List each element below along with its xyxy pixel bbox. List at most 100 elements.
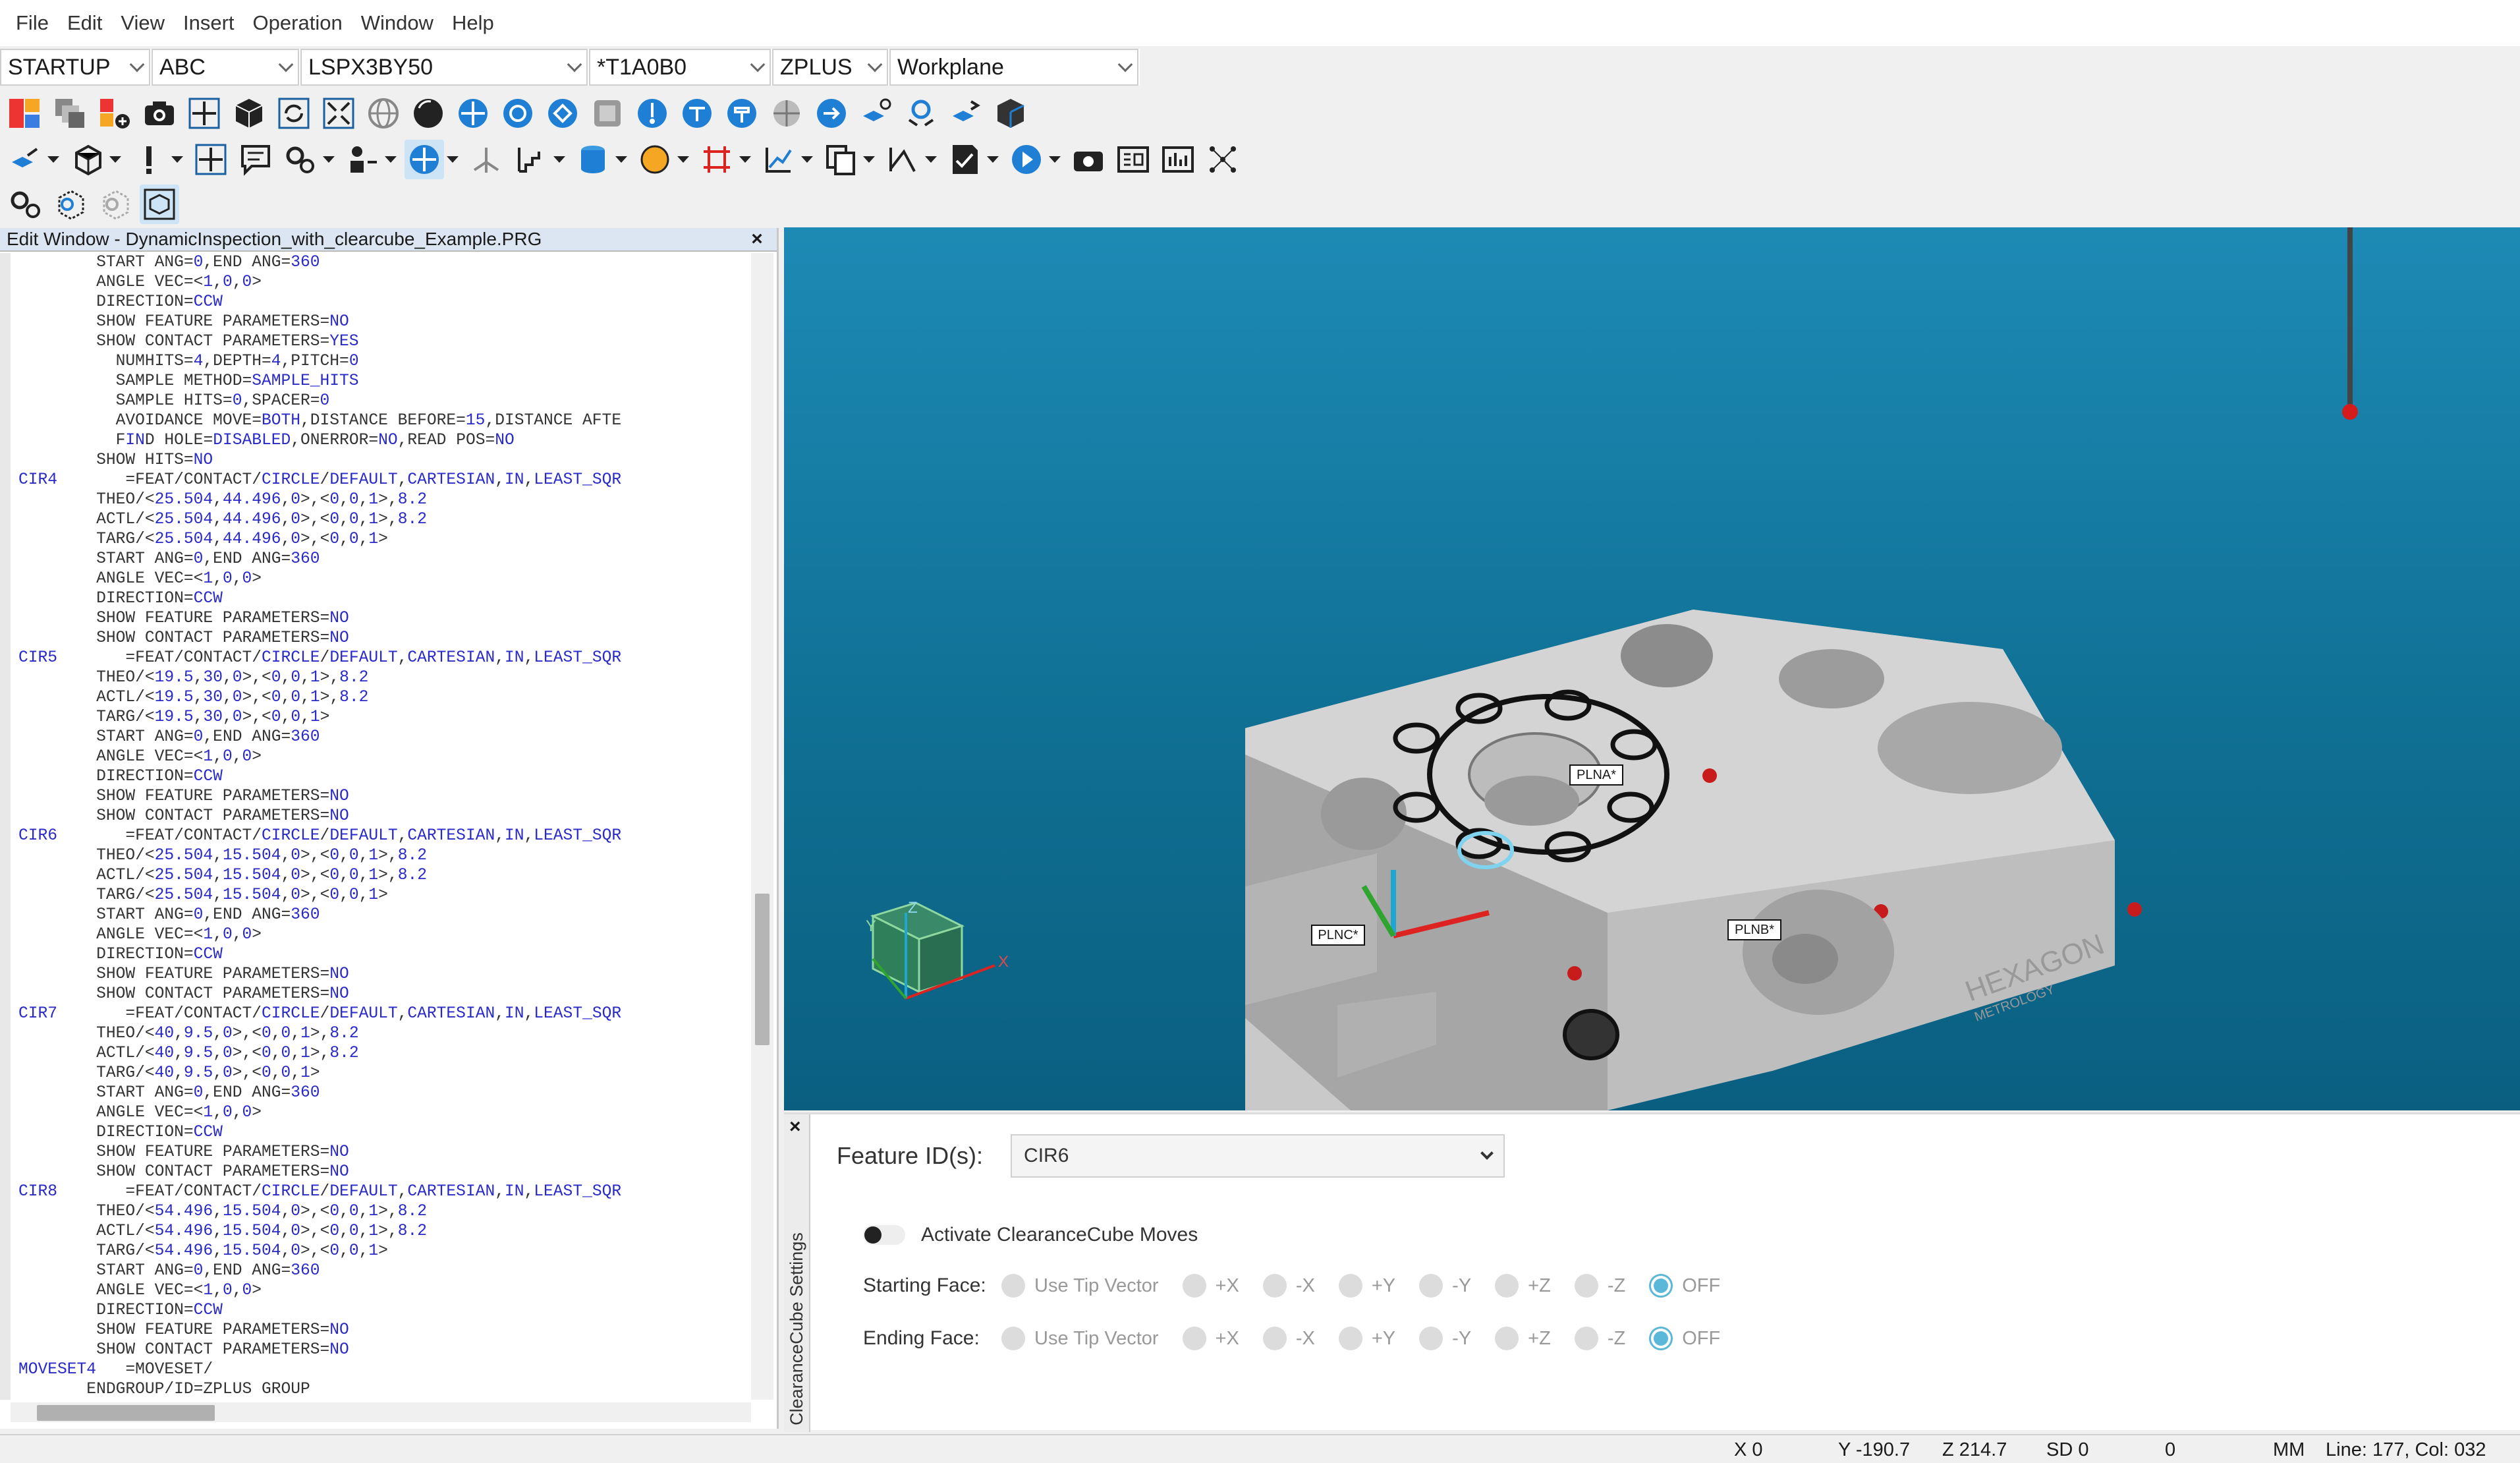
code-line[interactable]: START ANG=0,END ANG=360 [18,905,751,925]
camera-icon[interactable] [140,94,179,133]
menu-insert[interactable]: Insert [174,11,244,35]
code-line[interactable]: ANGLE VEC=<1,0,0> [18,1103,751,1123]
dropdown-arrow-icon[interactable] [677,156,689,163]
probe-select[interactable]: ABC [152,49,299,86]
probe-info-icon[interactable] [856,94,896,133]
add-color-icon[interactable] [95,94,134,133]
code-line[interactable]: TARG/<25.504,15.504,0>,<0,0,1> [18,886,751,905]
plna-label[interactable]: PLNA* [1569,764,1623,786]
dropdown-arrow-icon[interactable] [47,156,59,163]
code-line[interactable]: DIRECTION=CCW [18,589,751,609]
operator-icon[interactable] [343,140,382,179]
move-icon[interactable] [191,140,231,179]
tab-clearance-cube-settings[interactable]: ClearanceCube Settings [785,1232,808,1425]
code-line[interactable]: START ANG=0,END ANG=360 [18,1083,751,1103]
code-line[interactable]: SHOW CONTACT PARAMETERS=NO [18,807,751,826]
clearance-cube-toggle-icon[interactable] [140,185,179,224]
end-minus-x-radio[interactable]: -X [1262,1327,1315,1350]
dropdown-arrow-icon[interactable] [987,156,999,163]
wireframe-sphere-icon[interactable] [364,94,403,133]
rotate-3d-icon[interactable] [453,94,493,133]
screenshot-icon[interactable] [1069,140,1108,179]
menu-operation[interactable]: Operation [244,11,352,35]
plnb-label[interactable]: PLNB* [1727,919,1781,940]
code-line[interactable]: SHOW CONTACT PARAMETERS=NO [18,1340,751,1360]
settings-cubes-icon[interactable] [901,94,941,133]
view-select[interactable]: ZPLUS [772,49,888,86]
dropdown-arrow-icon[interactable] [171,156,183,163]
code-line[interactable]: START ANG=0,END ANG=360 [18,253,751,273]
code-line[interactable]: SHOW CONTACT PARAMETERS=NO [18,629,751,648]
vertical-scrollbar[interactable] [751,253,773,1400]
code-line[interactable]: THEO/<25.504,15.504,0>,<0,0,1>,8.2 [18,846,751,866]
code-line[interactable]: SHOW FEATURE PARAMETERS=NO [18,1321,751,1340]
points-icon[interactable] [1203,140,1243,179]
menu-file[interactable]: File [7,11,58,35]
rotate-3d-active-icon[interactable] [405,140,444,179]
dropdown-arrow-icon[interactable] [925,156,937,163]
code-line[interactable]: ANGLE VEC=<1,0,0> [18,273,751,293]
cylinder-icon[interactable] [573,140,613,179]
clearance-cube-icon[interactable] [991,94,1030,133]
color-palette-icon[interactable] [5,94,45,133]
menu-help[interactable]: Help [443,11,503,35]
start-plus-y-radio[interactable]: +Y [1338,1274,1395,1298]
activate-toggle[interactable] [863,1225,905,1245]
menu-view[interactable]: View [111,11,174,35]
alignment-select[interactable]: STARTUP [0,49,150,86]
code-line[interactable]: CIR7 =FEAT/CONTACT/CIRCLE/DEFAULT,CARTES… [18,1004,751,1024]
cube-gear-disabled-icon[interactable] [95,185,134,224]
code-line[interactable]: DIRECTION=CCW [18,767,751,787]
rotate-free-icon[interactable] [543,94,582,133]
code-line[interactable]: SHOW FEATURE PARAMETERS=NO [18,787,751,807]
zoom-window-icon[interactable] [588,94,627,133]
code-line[interactable]: SHOW FEATURE PARAMETERS=NO [18,312,751,332]
code-line[interactable]: SHOW HITS=NO [18,451,751,471]
checklist-icon[interactable] [945,140,984,179]
gears-icon[interactable] [281,140,320,179]
start-plus-z-radio[interactable]: +Z [1495,1274,1551,1298]
rotate-2d-icon[interactable] [498,94,538,133]
refresh-view-icon[interactable] [274,94,314,133]
import-icon[interactable] [812,94,851,133]
code-line[interactable]: SHOW FEATURE PARAMETERS=NO [18,965,751,985]
code-line[interactable]: SHOW CONTACT PARAMETERS=YES [18,332,751,352]
start-plus-x-radio[interactable]: +X [1182,1274,1239,1298]
code-line[interactable]: CIR5 =FEAT/CONTACT/CIRCLE/DEFAULT,CARTES… [18,648,751,668]
code-line[interactable]: ANGLE VEC=<1,0,0> [18,569,751,589]
feature-id-select[interactable]: CIR6 [1011,1134,1505,1178]
dropdown-arrow-icon[interactable] [447,156,459,163]
dimension-icon[interactable] [697,140,737,179]
dropdown-arrow-icon[interactable] [615,156,627,163]
code-line[interactable]: START ANG=0,END ANG=360 [18,1261,751,1281]
end-plus-z-radio[interactable]: +Z [1495,1327,1551,1350]
code-line[interactable]: ACTL/<40,9.5,0>,<0,0,1>,8.2 [18,1044,751,1064]
cube-view-icon[interactable] [229,94,269,133]
stairs-icon[interactable] [511,140,551,179]
axes-icon[interactable] [466,140,506,179]
code-line[interactable]: SHOW CONTACT PARAMETERS=NO [18,985,751,1004]
code-line[interactable]: FIND HOLE=DISABLED,ONERROR=NO,READ POS=N… [18,431,751,451]
end-minus-y-radio[interactable]: -Y [1419,1327,1471,1350]
dropdown-arrow-icon[interactable] [863,156,875,163]
globe-icon[interactable] [767,94,806,133]
menu-window[interactable]: Window [352,11,443,35]
code-line[interactable]: THEO/<40,9.5,0>,<0,0,1>,8.2 [18,1024,751,1044]
code-line[interactable]: ANGLE VEC=<1,0,0> [18,925,751,945]
code-line[interactable]: CIR8 =FEAT/CONTACT/CIRCLE/DEFAULT,CARTES… [18,1182,751,1202]
code-line[interactable]: NUMHITS=4,DEPTH=4,PITCH=0 [18,352,751,372]
graphics-display[interactable]: HEXAGON METROLOGY X Y Z PLNA* PLNB* PLNC… [784,227,2520,1110]
code-line[interactable]: START ANG=0,END ANG=360 [18,550,751,569]
code-line[interactable]: ACTL/<54.496,15.504,0>,<0,0,1>,8.2 [18,1222,751,1242]
dropdown-arrow-icon[interactable] [385,156,397,163]
report-icon[interactable] [1113,140,1153,179]
code-editor[interactable]: START ANG=0,END ANG=360 ANGLE VEC=<1,0,0… [0,253,751,1400]
close-icon[interactable]: × [744,228,770,250]
code-line[interactable]: ANGLE VEC=<1,0,0> [18,1281,751,1301]
dropdown-arrow-icon[interactable] [109,156,121,163]
move-point-icon[interactable] [5,140,45,179]
code-line[interactable]: ACTL/<19.5,30,0>,<0,0,1>,8.2 [18,688,751,708]
code-line[interactable]: ENDGROUP/ID=ZPLUS GROUP [18,1380,751,1400]
end-plus-y-radio[interactable]: +Y [1338,1327,1395,1350]
code-line[interactable]: SAMPLE HITS=0,SPACER=0 [18,391,751,411]
